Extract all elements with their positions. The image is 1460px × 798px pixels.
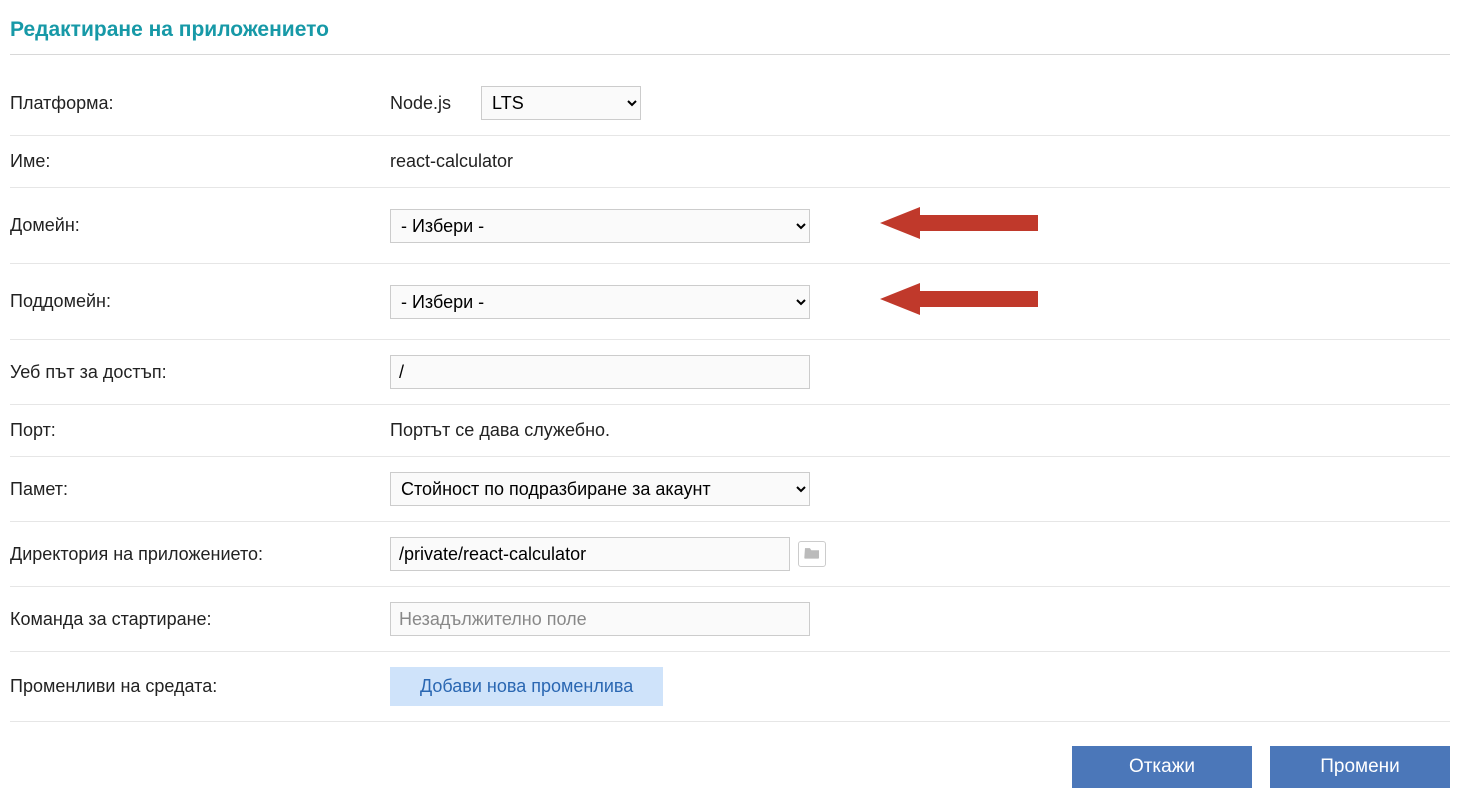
page-title: Редактиране на приложението bbox=[10, 10, 1450, 55]
row-webpath: Уеб път за достъп: bbox=[10, 340, 1450, 405]
memory-select[interactable]: Стойност по подразбиране за акаунт bbox=[390, 472, 810, 506]
label-port: Порт: bbox=[10, 420, 390, 441]
startcmd-input[interactable] bbox=[390, 602, 810, 636]
row-port: Порт: Портът се дава служебно. bbox=[10, 405, 1450, 457]
submit-button[interactable]: Промени bbox=[1270, 746, 1450, 788]
row-domain: Домейн: - Избери - bbox=[10, 188, 1450, 264]
row-name: Име: react-calculator bbox=[10, 136, 1450, 188]
webpath-input[interactable] bbox=[390, 355, 810, 389]
appdir-input[interactable] bbox=[390, 537, 790, 571]
label-webpath: Уеб път за достъп: bbox=[10, 362, 390, 383]
browse-folder-button[interactable] bbox=[798, 541, 826, 567]
platform-version-select[interactable]: LTS bbox=[481, 86, 641, 120]
add-variable-button[interactable]: Добави нова променлива bbox=[390, 667, 663, 706]
label-name: Име: bbox=[10, 151, 390, 172]
port-text: Портът се дава служебно. bbox=[390, 420, 610, 441]
label-domain: Домейн: bbox=[10, 215, 390, 236]
footer-actions: Откажи Промени bbox=[10, 746, 1450, 788]
row-subdomain: Поддомейн: - Избери - bbox=[10, 264, 1450, 340]
row-platform: Платформа: Node.js LTS bbox=[10, 71, 1450, 136]
label-subdomain: Поддомейн: bbox=[10, 291, 390, 312]
domain-select[interactable]: - Избери - bbox=[390, 209, 810, 243]
label-startcmd: Команда за стартиране: bbox=[10, 609, 390, 630]
subdomain-select[interactable]: - Избери - bbox=[390, 285, 810, 319]
label-envvars: Променливи на средата: bbox=[10, 676, 390, 697]
label-memory: Памет: bbox=[10, 479, 390, 500]
label-platform: Платформа: bbox=[10, 93, 390, 114]
arrow-left-icon bbox=[880, 279, 1040, 324]
row-envvars: Променливи на средата: Добави нова проме… bbox=[10, 652, 1450, 722]
row-appdir: Директория на приложението: bbox=[10, 522, 1450, 587]
arrow-left-icon bbox=[880, 203, 1040, 248]
folder-icon bbox=[803, 546, 821, 563]
row-memory: Памет: Стойност по подразбиране за акаун… bbox=[10, 457, 1450, 522]
row-startcmd: Команда за стартиране: bbox=[10, 587, 1450, 652]
cancel-button[interactable]: Откажи bbox=[1072, 746, 1252, 788]
platform-name: Node.js bbox=[390, 93, 451, 114]
label-appdir: Директория на приложението: bbox=[10, 544, 390, 565]
app-name: react-calculator bbox=[390, 151, 513, 172]
